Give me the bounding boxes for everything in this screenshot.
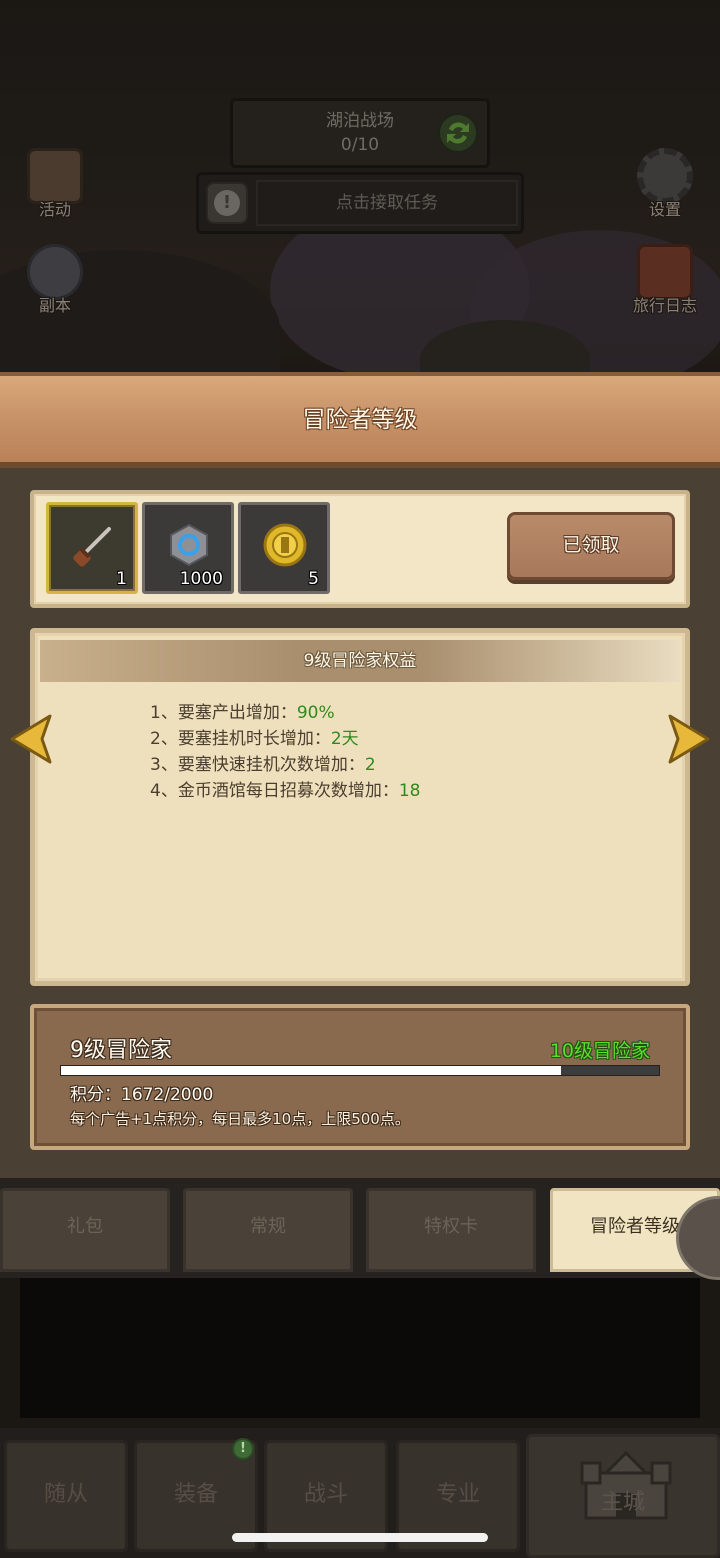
quest-alert-mark: ! [214, 190, 240, 216]
tab-privilege-card[interactable]: 特权卡 [366, 1188, 536, 1272]
dungeon-button[interactable]: 副本 [10, 244, 100, 334]
settings-label: 设置 [648, 200, 681, 219]
settings-button[interactable]: 设置 [620, 148, 710, 238]
page-title: 冒险者等级 [302, 407, 418, 433]
activity-label: 活动 [38, 200, 71, 219]
benefit-list: 1、要塞产出增加：90% 2、要塞挂机时长增加：2天 3、要塞快速挂机次数增加：… [150, 700, 570, 804]
reward-slot[interactable]: 1 [46, 502, 138, 594]
benefit-text: 4、金币酒馆每日招募次数增加： [150, 781, 399, 801]
claimed-button[interactable]: 已领取 [507, 512, 675, 580]
quest-alert-icon[interactable]: ! [206, 182, 248, 224]
benefit-header: 9级冒险家权益 [40, 640, 680, 682]
rune-stone-icon [170, 523, 208, 567]
reward-qty: 1 [116, 569, 127, 589]
refresh-icon[interactable] [438, 113, 478, 153]
next-level-label: 10级冒险家 [549, 1040, 650, 1062]
benefit-item: 2、要塞挂机时长增加：2天 [150, 726, 570, 752]
benefit-value: 2天 [330, 729, 359, 749]
reward-qty: 1000 [179, 569, 223, 589]
nav-followers[interactable]: 随从 [4, 1440, 128, 1552]
points-text: 积分：1672/2000 [70, 1085, 214, 1105]
reward-qty: 5 [308, 569, 319, 589]
reward-slot[interactable]: 1000 [142, 502, 234, 594]
dagger-icon [73, 527, 111, 567]
level-progress-fill [61, 1066, 561, 1075]
points-note: 每个广告+1点积分，每日最多10点，上限500点。 [70, 1110, 410, 1128]
equipment-badge: ! [232, 1438, 254, 1460]
main-city-label: 主城 [600, 1490, 645, 1515]
previous-level-arrow-icon[interactable] [4, 712, 54, 766]
benefit-value: 18 [398, 781, 421, 801]
current-level-label: 9级冒险家 [70, 1038, 172, 1063]
reward-slot[interactable]: 5 [238, 502, 330, 594]
tab-gift-pack[interactable]: 礼包 [0, 1188, 170, 1272]
benefit-text: 2、要塞挂机时长增加： [150, 729, 331, 749]
benefit-value: 90% [296, 703, 335, 723]
accept-quest-button[interactable]: 点击接取任务 [256, 180, 518, 226]
journal-label: 旅行日志 [632, 296, 697, 315]
benefit-text: 1、要塞产出增加： [150, 703, 297, 723]
next-level-arrow-icon[interactable] [666, 712, 716, 766]
benefit-item: 1、要塞产出增加：90% [150, 700, 570, 726]
activity-button[interactable]: 活动 [10, 148, 100, 238]
benefit-item: 4、金币酒馆每日招募次数增加：18 [150, 778, 570, 804]
nav-main-city[interactable]: 主城 [526, 1434, 720, 1558]
dungeon-label: 副本 [38, 296, 71, 315]
benefit-text: 3、要塞快速挂机次数增加： [150, 755, 365, 775]
benefit-value: 2 [364, 755, 376, 775]
tab-regular[interactable]: 常规 [183, 1188, 353, 1272]
gold-coin-icon [263, 523, 307, 567]
home-indicator[interactable] [232, 1533, 488, 1542]
level-progress-bar [60, 1065, 660, 1076]
benefit-item: 3、要塞快速挂机次数增加：2 [150, 752, 570, 778]
journal-button[interactable]: 旅行日志 [620, 244, 710, 334]
tab-content-area [20, 1278, 700, 1418]
